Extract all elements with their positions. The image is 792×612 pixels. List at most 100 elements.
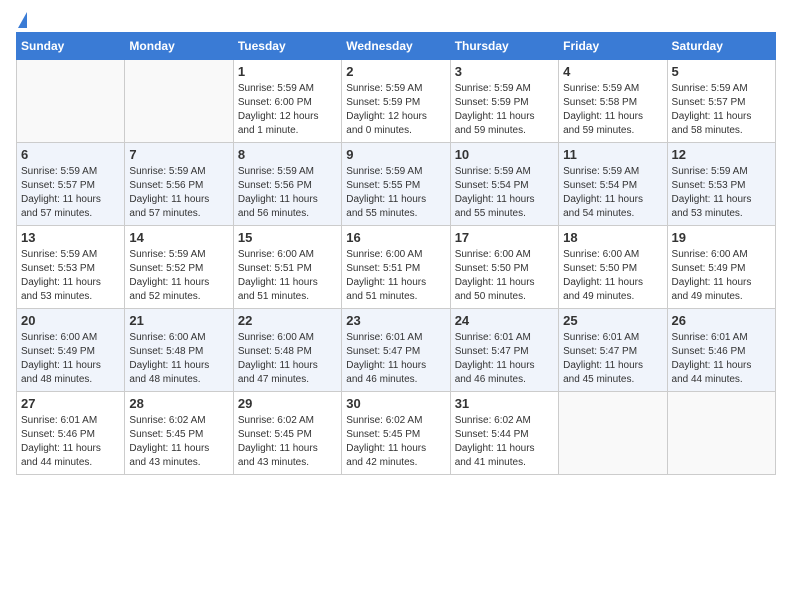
calendar-cell: 9 Sunrise: 5:59 AM Sunset: 5:55 PM Daylig… (342, 143, 450, 226)
calendar-cell: 20 Sunrise: 6:00 AM Sunset: 5:49 PM Dayli… (17, 309, 125, 392)
day-number: 6 (21, 147, 120, 162)
calendar-header: SundayMondayTuesdayWednesdayThursdayFrid… (17, 33, 776, 60)
calendar-cell (17, 60, 125, 143)
day-number: 27 (21, 396, 120, 411)
day-info: Sunrise: 6:01 AM Sunset: 5:46 PM Dayligh… (21, 414, 120, 470)
calendar-cell: 27 Sunrise: 6:01 AM Sunset: 5:46 PM Dayli… (17, 392, 125, 475)
day-number: 26 (672, 313, 771, 328)
calendar-cell: 24 Sunrise: 6:01 AM Sunset: 5:47 PM Dayli… (450, 309, 558, 392)
weekday-header-row: SundayMondayTuesdayWednesdayThursdayFrid… (17, 33, 776, 60)
calendar-cell: 18 Sunrise: 6:00 AM Sunset: 5:50 PM Dayli… (559, 226, 667, 309)
calendar-cell: 30 Sunrise: 6:02 AM Sunset: 5:45 PM Dayli… (342, 392, 450, 475)
day-number: 4 (563, 64, 662, 79)
calendar-cell: 19 Sunrise: 6:00 AM Sunset: 5:49 PM Dayli… (667, 226, 775, 309)
day-info: Sunrise: 6:02 AM Sunset: 5:45 PM Dayligh… (129, 414, 228, 470)
day-info: Sunrise: 6:01 AM Sunset: 5:47 PM Dayligh… (455, 331, 554, 387)
day-number: 7 (129, 147, 228, 162)
calendar-cell: 4Sunrise: 5:59 AM Sunset: 5:58 PM Daylig… (559, 60, 667, 143)
day-number: 20 (21, 313, 120, 328)
calendar-cell: 26 Sunrise: 6:01 AM Sunset: 5:46 PM Dayli… (667, 309, 775, 392)
day-number: 1 (238, 64, 337, 79)
calendar-cell (667, 392, 775, 475)
day-number: 3 (455, 64, 554, 79)
day-info: Sunrise: 6:01 AM Sunset: 5:47 PM Dayligh… (563, 331, 662, 387)
weekday-header-cell: Wednesday (342, 33, 450, 60)
calendar-cell: 14 Sunrise: 5:59 AM Sunset: 5:52 PM Dayli… (125, 226, 233, 309)
calendar-cell: 31Sunrise: 6:02 AM Sunset: 5:44 PM Dayli… (450, 392, 558, 475)
day-number: 29 (238, 396, 337, 411)
day-number: 30 (346, 396, 445, 411)
day-info: Sunrise: 5:59 AM Sunset: 5:52 PM Dayligh… (129, 248, 228, 304)
calendar-cell (125, 60, 233, 143)
day-number: 13 (21, 230, 120, 245)
day-number: 5 (672, 64, 771, 79)
day-number: 15 (238, 230, 337, 245)
calendar-cell: 7 Sunrise: 5:59 AM Sunset: 5:56 PM Daylig… (125, 143, 233, 226)
day-number: 24 (455, 313, 554, 328)
day-number: 31 (455, 396, 554, 411)
day-info: Sunrise: 6:00 AM Sunset: 5:49 PM Dayligh… (21, 331, 120, 387)
weekday-header-cell: Sunday (17, 33, 125, 60)
day-info: Sunrise: 5:59 AM Sunset: 5:59 PM Dayligh… (346, 82, 445, 138)
day-number: 25 (563, 313, 662, 328)
day-info: Sunrise: 6:01 AM Sunset: 5:46 PM Dayligh… (672, 331, 771, 387)
day-number: 2 (346, 64, 445, 79)
day-info: Sunrise: 6:00 AM Sunset: 5:50 PM Dayligh… (563, 248, 662, 304)
calendar-cell: 3 Sunrise: 5:59 AM Sunset: 5:59 PM Daylig… (450, 60, 558, 143)
logo-triangle-icon (18, 12, 27, 28)
calendar-week-row: 27 Sunrise: 6:01 AM Sunset: 5:46 PM Dayli… (17, 392, 776, 475)
day-number: 18 (563, 230, 662, 245)
day-info: Sunrise: 6:01 AM Sunset: 5:47 PM Dayligh… (346, 331, 445, 387)
calendar-cell: 25 Sunrise: 6:01 AM Sunset: 5:47 PM Dayli… (559, 309, 667, 392)
day-info: Sunrise: 5:59 AM Sunset: 5:54 PM Dayligh… (563, 165, 662, 221)
day-info: Sunrise: 5:59 AM Sunset: 5:56 PM Dayligh… (129, 165, 228, 221)
day-number: 14 (129, 230, 228, 245)
day-number: 9 (346, 147, 445, 162)
day-number: 22 (238, 313, 337, 328)
day-number: 19 (672, 230, 771, 245)
calendar-cell: 22 Sunrise: 6:00 AM Sunset: 5:48 PM Dayli… (233, 309, 341, 392)
day-info: Sunrise: 6:00 AM Sunset: 5:51 PM Dayligh… (346, 248, 445, 304)
day-number: 17 (455, 230, 554, 245)
day-info: Sunrise: 5:59 AM Sunset: 6:00 PM Dayligh… (238, 82, 337, 138)
weekday-header-cell: Friday (559, 33, 667, 60)
weekday-header-cell: Monday (125, 33, 233, 60)
day-info: Sunrise: 6:00 AM Sunset: 5:48 PM Dayligh… (238, 331, 337, 387)
calendar-cell: 15Sunrise: 6:00 AM Sunset: 5:51 PM Dayli… (233, 226, 341, 309)
weekday-header-cell: Tuesday (233, 33, 341, 60)
day-info: Sunrise: 6:00 AM Sunset: 5:49 PM Dayligh… (672, 248, 771, 304)
calendar-cell: 2 Sunrise: 5:59 AM Sunset: 5:59 PM Daylig… (342, 60, 450, 143)
day-info: Sunrise: 6:00 AM Sunset: 5:48 PM Dayligh… (129, 331, 228, 387)
day-info: Sunrise: 5:59 AM Sunset: 5:55 PM Dayligh… (346, 165, 445, 221)
calendar-cell: 8Sunrise: 5:59 AM Sunset: 5:56 PM Daylig… (233, 143, 341, 226)
calendar-cell: 21 Sunrise: 6:00 AM Sunset: 5:48 PM Dayli… (125, 309, 233, 392)
day-number: 23 (346, 313, 445, 328)
day-info: Sunrise: 6:00 AM Sunset: 5:50 PM Dayligh… (455, 248, 554, 304)
calendar-week-row: 1 Sunrise: 5:59 AM Sunset: 6:00 PM Daylig… (17, 60, 776, 143)
calendar-body: 1 Sunrise: 5:59 AM Sunset: 6:00 PM Daylig… (17, 60, 776, 475)
calendar-cell: 10Sunrise: 5:59 AM Sunset: 5:54 PM Dayli… (450, 143, 558, 226)
calendar-cell (559, 392, 667, 475)
day-info: Sunrise: 5:59 AM Sunset: 5:53 PM Dayligh… (672, 165, 771, 221)
day-info: Sunrise: 5:59 AM Sunset: 5:59 PM Dayligh… (455, 82, 554, 138)
weekday-header-cell: Thursday (450, 33, 558, 60)
day-number: 21 (129, 313, 228, 328)
calendar-cell: 6Sunrise: 5:59 AM Sunset: 5:57 PM Daylig… (17, 143, 125, 226)
weekday-header-cell: Saturday (667, 33, 775, 60)
day-info: Sunrise: 6:02 AM Sunset: 5:45 PM Dayligh… (238, 414, 337, 470)
calendar-cell: 12 Sunrise: 5:59 AM Sunset: 5:53 PM Dayli… (667, 143, 775, 226)
calendar-table: SundayMondayTuesdayWednesdayThursdayFrid… (16, 32, 776, 475)
day-info: Sunrise: 5:59 AM Sunset: 5:57 PM Dayligh… (672, 82, 771, 138)
day-number: 12 (672, 147, 771, 162)
calendar-cell: 13Sunrise: 5:59 AM Sunset: 5:53 PM Dayli… (17, 226, 125, 309)
day-info: Sunrise: 5:59 AM Sunset: 5:54 PM Dayligh… (455, 165, 554, 221)
day-info: Sunrise: 6:02 AM Sunset: 5:45 PM Dayligh… (346, 414, 445, 470)
day-number: 28 (129, 396, 228, 411)
calendar-cell: 1 Sunrise: 5:59 AM Sunset: 6:00 PM Daylig… (233, 60, 341, 143)
calendar-week-row: 20 Sunrise: 6:00 AM Sunset: 5:49 PM Dayli… (17, 309, 776, 392)
calendar-cell: 29 Sunrise: 6:02 AM Sunset: 5:45 PM Dayli… (233, 392, 341, 475)
calendar-cell: 16Sunrise: 6:00 AM Sunset: 5:51 PM Dayli… (342, 226, 450, 309)
calendar-cell: 5 Sunrise: 5:59 AM Sunset: 5:57 PM Daylig… (667, 60, 775, 143)
logo (16, 16, 27, 24)
day-info: Sunrise: 5:59 AM Sunset: 5:56 PM Dayligh… (238, 165, 337, 221)
